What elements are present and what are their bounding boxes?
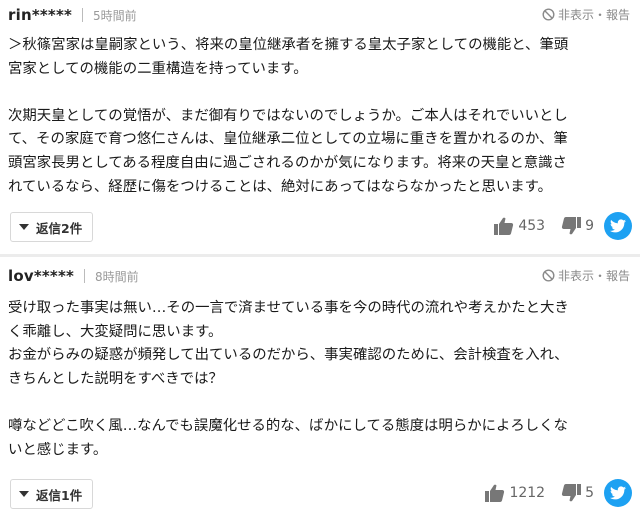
dislike-count: 9: [585, 218, 594, 234]
thumbs-down-icon: [561, 217, 582, 235]
hide-report-button[interactable]: 非表示・報告: [542, 6, 630, 23]
twitter-share-button[interactable]: [604, 212, 632, 240]
comment-line: 噂などどこ吹く風…なんでも誤魔化せる的な、ばかにしてる態度は明らかによろしくな: [8, 417, 568, 434]
comment-header: rin***** 5時間前: [8, 4, 137, 26]
prohibited-icon: [542, 8, 555, 21]
comment-line: 宮家としての機能の二重構造を持っています。: [8, 60, 308, 77]
comment-header: lov***** 8時間前: [8, 265, 139, 287]
comment-2: lov***** 8時間前 非表示・報告 受け取った事実は無い…その一言で済ませ…: [0, 257, 640, 512]
dislike-count: 5: [585, 485, 594, 501]
comment-line: 次期天皇としての覚悟が、まだ御有りではないのでしょうか。ご本人はそれでいいとし: [8, 107, 568, 124]
hide-report-label: 非表示・報告: [557, 269, 630, 283]
comment-line: く乖離し、大変疑問に思います。: [8, 323, 223, 340]
like-button[interactable]: 1212: [485, 484, 545, 502]
dislike-button[interactable]: 9: [561, 217, 594, 235]
twitter-icon: [610, 486, 626, 500]
replies-label: 返信1件: [36, 487, 83, 503]
prohibited-icon: [542, 269, 555, 282]
hide-report-label: 非表示・報告: [557, 8, 630, 22]
like-count: 1212: [509, 485, 546, 501]
username[interactable]: lov*****: [8, 267, 74, 285]
caret-down-icon: [19, 491, 29, 497]
twitter-share-button[interactable]: [604, 479, 632, 507]
like-button[interactable]: 453: [494, 217, 545, 235]
timestamp: 8時間前: [95, 269, 139, 284]
comment-body: ＞秋篠宮家は皇嗣家という、将来の皇位継承者を擁する皇太子家としての機能と、筆頭 …: [8, 34, 634, 199]
thumbs-up-icon: [494, 217, 514, 235]
thumbs-down-icon: [561, 484, 582, 502]
twitter-icon: [610, 219, 626, 233]
comment-line: お金がらみの疑惑が頻発して出ているのだから、事実確認のために、会計検査を入れ、: [8, 347, 569, 364]
caret-down-icon: [19, 224, 29, 230]
like-count: 453: [518, 218, 546, 234]
dislike-button[interactable]: 5: [561, 484, 594, 502]
replies-label: 返信2件: [36, 220, 83, 236]
comment-line: て、その家庭で育つ悠仁さんは、皇位継承二位としての立場に重きを置かれるのか、筆: [8, 131, 568, 148]
comment-actions: 1212 5: [485, 479, 632, 507]
timestamp: 5時間前: [93, 8, 137, 23]
comment-line: 頭宮家長男としてある程度自由に過ごされるのかが気になります。将来の天皇と意識さ: [8, 154, 567, 171]
thumbs-up-icon: [485, 484, 505, 502]
comment-body: 受け取った事実は無い…その一言で済ませている事を今の時代の流れや考えかたと大き …: [8, 297, 634, 462]
header-separator: [84, 269, 86, 283]
comment-line: ＞秋篠宮家は皇嗣家という、将来の皇位継承者を擁する皇太子家としての機能と、筆頭: [8, 37, 569, 53]
replies-toggle-button[interactable]: 返信2件: [10, 212, 94, 242]
header-separator: [82, 8, 84, 22]
comment-line: 受け取った事実は無い…その一言で済ませている事を今の時代の流れや考えかたと大き: [8, 300, 569, 316]
comment-actions: 453 9: [494, 212, 632, 240]
comment-line: いと感じます。: [8, 441, 108, 458]
replies-toggle-button[interactable]: 返信1件: [10, 479, 94, 509]
hide-report-button[interactable]: 非表示・報告: [542, 267, 630, 284]
comment-line: れているなら、経歴に傷をつけることは、絶対にあってはならなかったと思います。: [8, 178, 552, 195]
comment-line: きちんとした説明をすべきでは？: [8, 370, 223, 387]
username[interactable]: rin*****: [8, 6, 72, 24]
comment-1: rin***** 5時間前 非表示・報告 ＞秋篠宮家は皇嗣家という、将来の皇位継…: [0, 0, 640, 254]
